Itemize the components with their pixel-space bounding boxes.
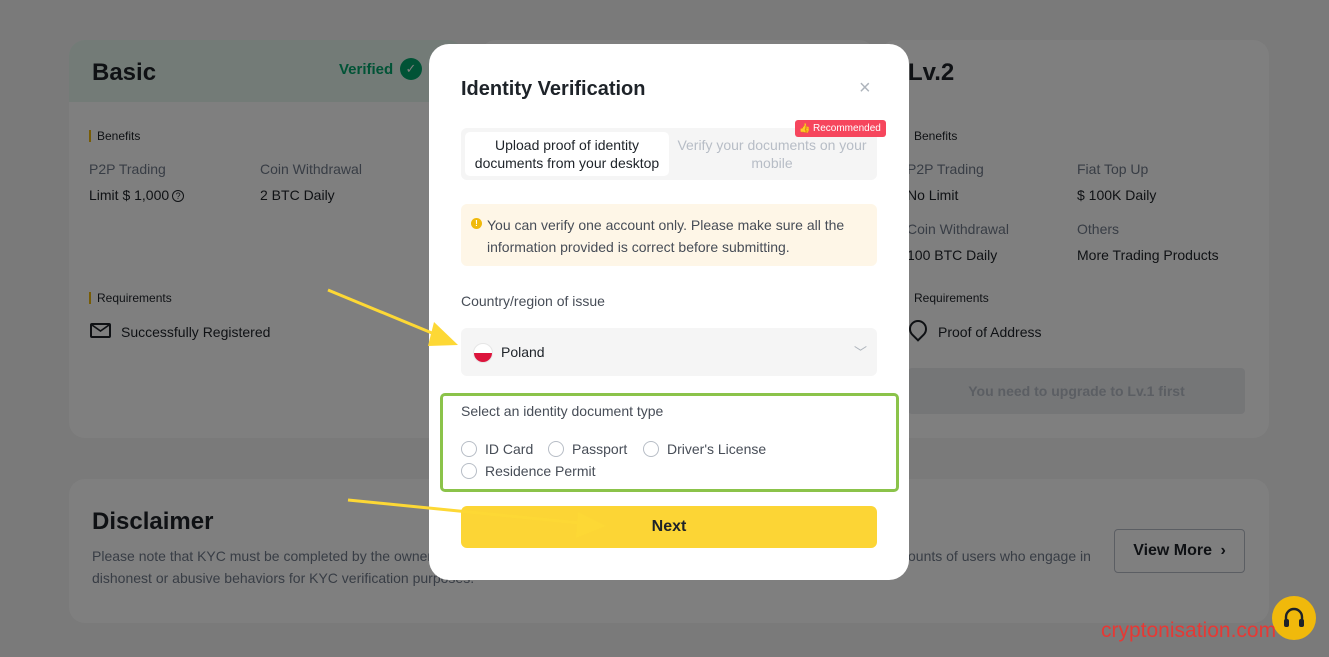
- modal-title: Identity Verification: [461, 78, 646, 100]
- tab-mobile-verify[interactable]: Verify your documents on your mobile: [671, 132, 873, 176]
- chevron-down-icon: ﹀: [853, 345, 867, 360]
- country-select[interactable]: Poland ﹀: [461, 328, 877, 376]
- recommended-badge-label: Recommended: [813, 123, 881, 134]
- radio-label: Driver's License: [667, 441, 767, 457]
- radio-label: ID Card: [485, 441, 534, 457]
- country-select-value: Poland: [501, 344, 545, 360]
- headset-icon: [1284, 607, 1304, 627]
- warning-text: You can verify one account only. Please …: [487, 217, 845, 255]
- radio-circle[interactable]: [461, 441, 477, 457]
- warning-notice: ! You can verify one account only. Pleas…: [461, 204, 877, 266]
- radio-circle[interactable]: [548, 441, 564, 457]
- watermark: cryptonisation.com: [1101, 619, 1277, 642]
- radio-residence-permit[interactable]: Residence Permit: [461, 463, 596, 479]
- radio-label: Passport: [572, 441, 628, 457]
- thumbs-up-icon: 👍: [799, 123, 811, 133]
- radio-circle[interactable]: [461, 463, 477, 479]
- radio-label: Residence Permit: [485, 463, 596, 479]
- radio-passport[interactable]: Passport: [548, 441, 627, 457]
- warning-icon: !: [471, 218, 482, 229]
- radio-circle[interactable]: [643, 441, 659, 457]
- recommended-badge: 👍 Recommended: [795, 120, 886, 137]
- close-icon[interactable]: ×: [859, 78, 871, 98]
- country-label: Country/region of issue: [461, 293, 605, 309]
- radio-id-card[interactable]: ID Card: [461, 441, 533, 457]
- poland-flag-icon: [473, 343, 493, 363]
- document-type-label: Select an identity document type: [461, 403, 664, 419]
- support-button[interactable]: [1272, 596, 1316, 640]
- next-button[interactable]: Next: [461, 506, 877, 548]
- identity-verification-modal: Identity Verification × Upload proof of …: [429, 44, 909, 580]
- radio-drivers-license[interactable]: Driver's License: [643, 441, 766, 457]
- tab-desktop-upload[interactable]: Upload proof of identity documents from …: [465, 132, 669, 176]
